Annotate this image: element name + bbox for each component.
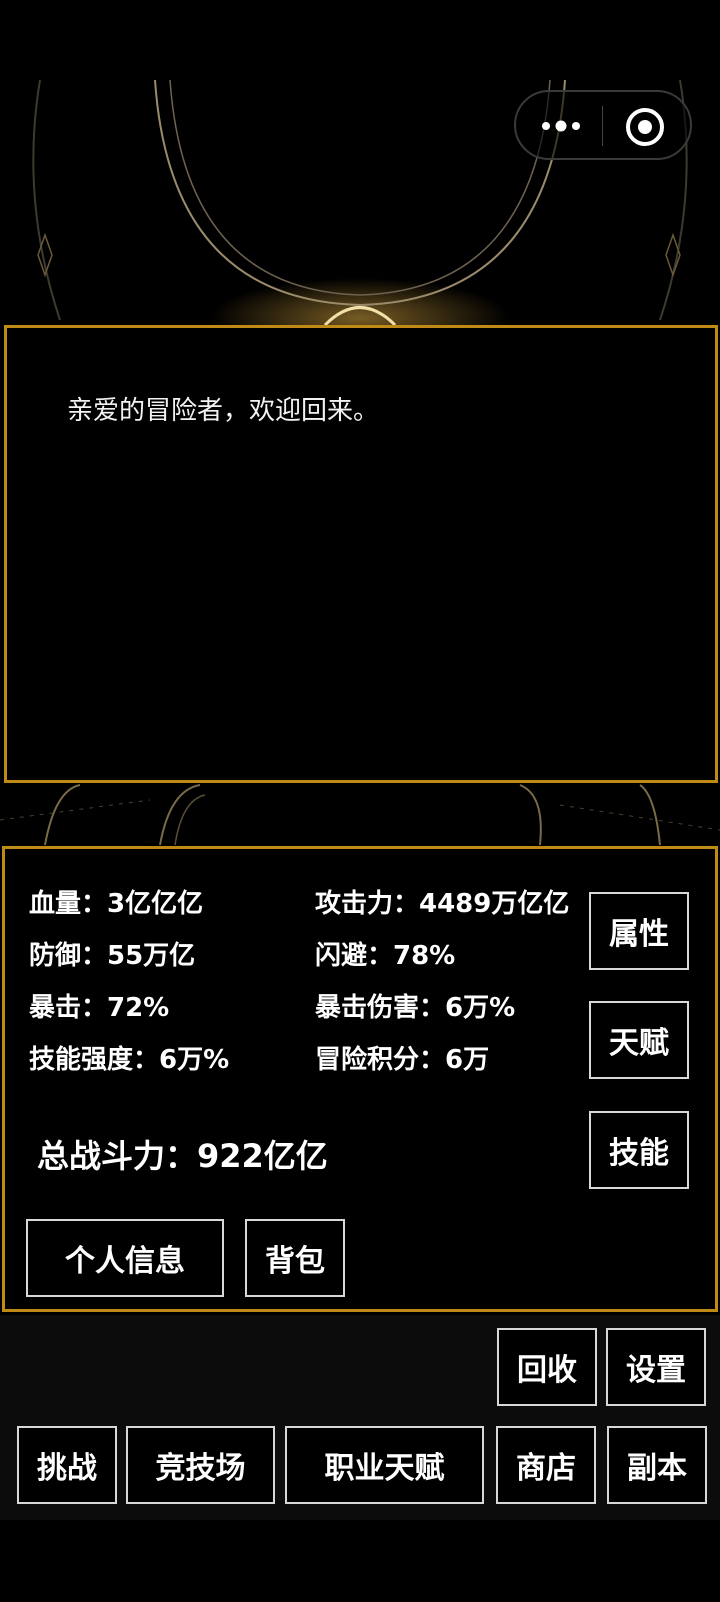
stat-adventure-points: 冒险积分：6万 (315, 1045, 490, 1075)
recycle-button[interactable]: 回收 (497, 1328, 597, 1406)
challenge-button[interactable]: 挑战 (17, 1426, 117, 1504)
profile-button[interactable]: 个人信息 (26, 1219, 224, 1297)
stat-skill-power: 技能强度：6万% (29, 1045, 230, 1075)
class-talent-button[interactable]: 职业天赋 (285, 1426, 484, 1504)
more-dots-icon[interactable] (538, 114, 584, 138)
miniprogram-capsule (514, 90, 692, 160)
stat-hp: 血量：3亿亿亿 (29, 889, 204, 919)
stat-dodge: 闪避：78% (315, 941, 456, 971)
stat-defense: 防御：55万亿 (29, 941, 196, 971)
stat-crit: 暴击：72% (29, 993, 170, 1023)
dungeon-button[interactable]: 副本 (607, 1426, 707, 1504)
welcome-message: 亲爱的冒险者，欢迎回来。 (67, 396, 380, 426)
talent-button[interactable]: 天赋 (589, 1001, 689, 1079)
total-power: 总战斗力：922亿亿 (37, 1137, 328, 1175)
bag-button[interactable]: 背包 (245, 1219, 345, 1297)
target-circle-icon[interactable] (624, 106, 666, 148)
capsule-divider (602, 106, 603, 146)
stat-attack: 攻击力：4489万亿亿 (315, 889, 570, 919)
skills-button[interactable]: 技能 (589, 1111, 689, 1189)
stats-panel: 血量：3亿亿亿 攻击力：4489万亿亿 防御：55万亿 闪避：78% 暴击：72… (2, 846, 718, 1312)
shop-button[interactable]: 商店 (496, 1426, 596, 1504)
stat-crit-damage: 暴击伤害：6万% (315, 993, 516, 1023)
settings-button[interactable]: 设置 (606, 1328, 706, 1406)
attributes-button[interactable]: 属性 (589, 892, 689, 970)
arena-button[interactable]: 竞技场 (126, 1426, 275, 1504)
message-dialog: 亲爱的冒险者，欢迎回来。 (4, 325, 718, 783)
